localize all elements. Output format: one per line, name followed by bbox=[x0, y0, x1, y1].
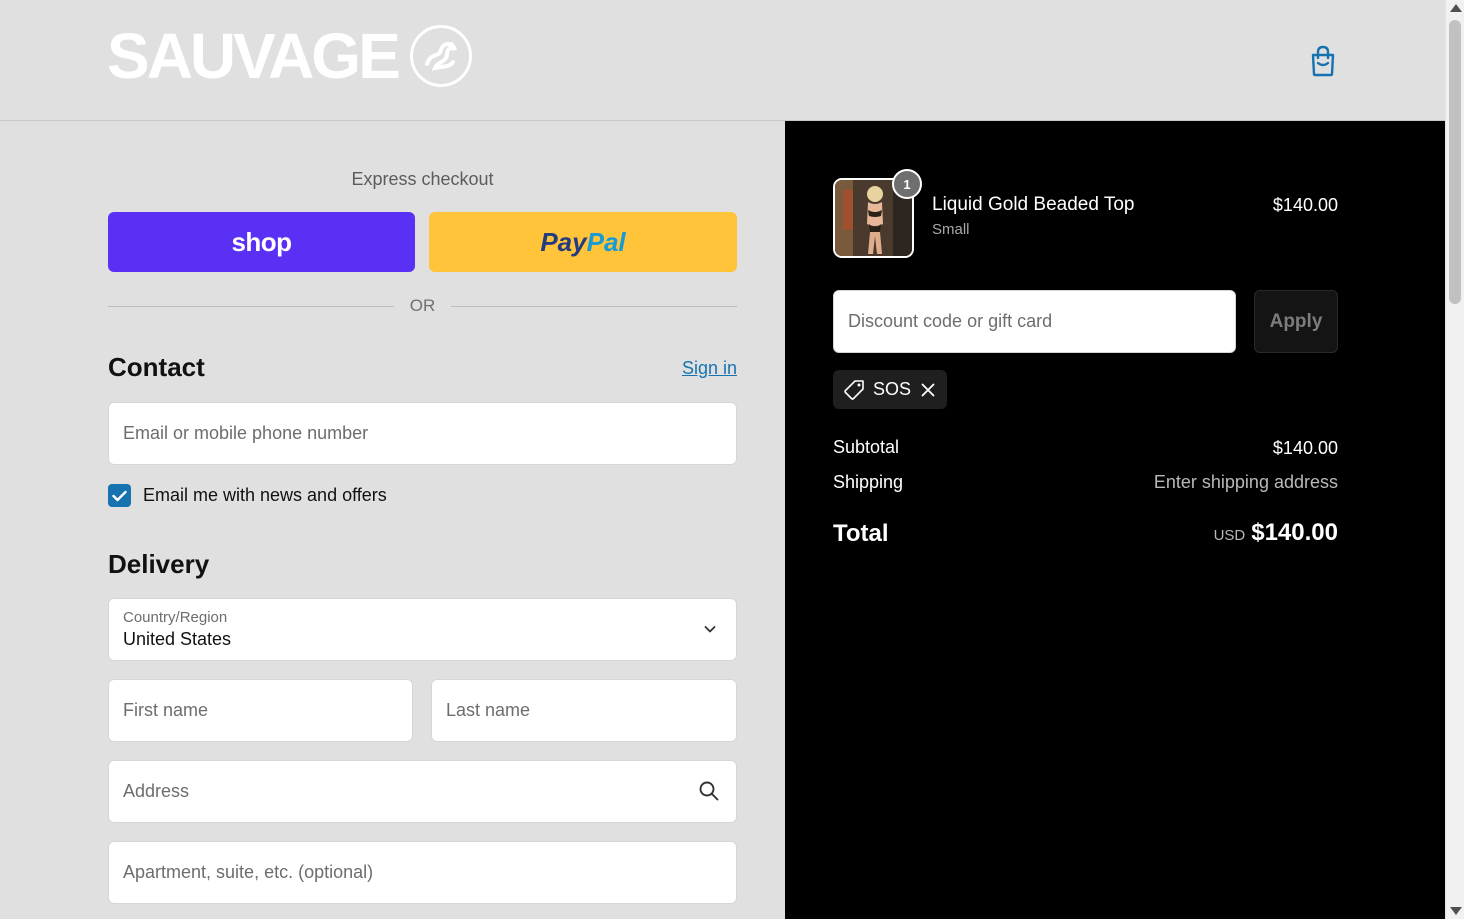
paypal-label-pay: Pay bbox=[540, 226, 587, 257]
page-scrollbar[interactable] bbox=[1445, 0, 1464, 919]
divider-line bbox=[451, 305, 737, 307]
brand-name: SAUVAGE bbox=[107, 20, 401, 92]
shop-pay-label: shop bbox=[231, 226, 292, 257]
shipping-label: Shipping bbox=[833, 472, 904, 492]
apartment-wrapper bbox=[108, 841, 737, 904]
contact-heading: Contact bbox=[108, 352, 205, 382]
header: SAUVAGE bbox=[0, 0, 1445, 121]
country-select[interactable]: Country/Region United States bbox=[108, 598, 737, 661]
search-icon[interactable] bbox=[698, 780, 720, 802]
discount-field-wrapper bbox=[833, 290, 1236, 353]
scrollbar-thumb[interactable] bbox=[1449, 20, 1461, 304]
shipping-value: Enter shipping address bbox=[1153, 472, 1338, 492]
product-variant: Small bbox=[932, 221, 970, 238]
address-wrapper bbox=[108, 760, 737, 823]
paypal-button[interactable]: Pay Pal bbox=[429, 212, 737, 272]
applied-discount-tag: SOS bbox=[833, 370, 947, 409]
first-name-field[interactable] bbox=[109, 680, 412, 741]
mermaid-seal-icon bbox=[409, 25, 472, 87]
chevron-down-icon bbox=[704, 626, 716, 633]
total-amount: $140.00 bbox=[1251, 519, 1338, 546]
cart-button[interactable] bbox=[1307, 44, 1339, 78]
discount-code-field[interactable] bbox=[834, 291, 1235, 352]
first-name-wrapper bbox=[108, 679, 413, 742]
express-checkout-title: Express checkout bbox=[351, 169, 494, 189]
paypal-label-pal: Pal bbox=[586, 226, 626, 257]
or-divider: OR bbox=[108, 294, 737, 318]
scroll-up-arrow-icon[interactable] bbox=[1450, 4, 1462, 12]
delivery-heading: Delivery bbox=[108, 549, 210, 579]
scroll-down-arrow-icon[interactable] bbox=[1450, 907, 1462, 915]
total-value-group: USD $140.00 bbox=[1038, 519, 1338, 547]
country-value: United States bbox=[123, 629, 232, 649]
brand-logo[interactable]: SAUVAGE bbox=[107, 24, 472, 88]
subtotal-value: $140.00 bbox=[1272, 438, 1338, 458]
tag-icon bbox=[844, 379, 864, 400]
checkmark-icon bbox=[112, 490, 127, 501]
last-name-wrapper bbox=[431, 679, 737, 742]
discount-code-label: SOS bbox=[873, 379, 912, 399]
total-label: Total bbox=[833, 520, 889, 547]
email-field-wrapper bbox=[108, 402, 737, 465]
divider-line bbox=[108, 305, 394, 307]
quantity-badge: 1 bbox=[892, 169, 922, 199]
or-label: OR bbox=[409, 296, 436, 315]
apply-discount-button[interactable]: Apply bbox=[1254, 290, 1338, 353]
newsletter-label: Email me with news and offers bbox=[143, 485, 387, 505]
product-name: Liquid Gold Beaded Top bbox=[932, 194, 1135, 215]
product-price: $140.00 bbox=[1272, 195, 1338, 215]
sign-in-link[interactable]: Sign in bbox=[620, 358, 737, 379]
country-label: Country/Region bbox=[123, 609, 228, 626]
shop-pay-button[interactable]: shop bbox=[108, 212, 415, 272]
checkout-form: Express checkout shop Pay Pal OR Contact … bbox=[0, 121, 785, 919]
apartment-field[interactable] bbox=[109, 842, 736, 903]
total-currency: USD bbox=[1213, 527, 1246, 544]
order-summary: 1 Liquid Gold Beaded Top Small $140.00 A… bbox=[785, 121, 1445, 919]
newsletter-option: Email me with news and offers bbox=[108, 484, 387, 507]
newsletter-checkbox[interactable] bbox=[108, 484, 131, 507]
shopping-bag-icon bbox=[1311, 45, 1335, 77]
subtotal-label: Subtotal bbox=[833, 437, 900, 457]
email-field[interactable] bbox=[109, 403, 736, 464]
address-field[interactable] bbox=[109, 761, 736, 822]
last-name-field[interactable] bbox=[432, 680, 736, 741]
remove-discount-button[interactable] bbox=[921, 383, 935, 397]
close-icon bbox=[921, 383, 935, 396]
